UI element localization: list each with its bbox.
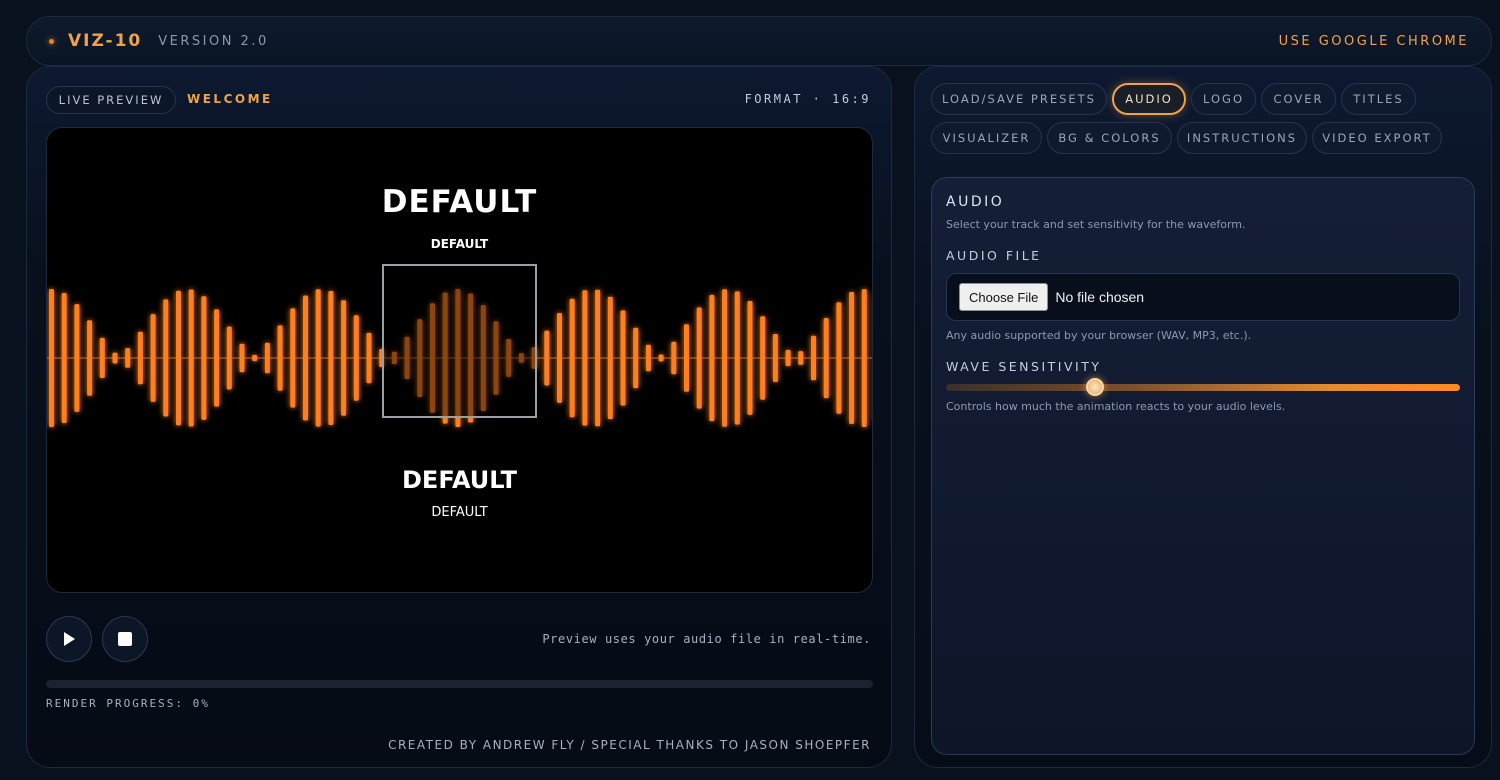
tab-instructions[interactable]: INSTRUCTIONS xyxy=(1177,122,1307,154)
preview-subtitle: DEFAULT xyxy=(402,466,517,494)
play-button[interactable] xyxy=(46,616,92,662)
audio-file-label: AUDIO FILE xyxy=(946,248,1042,263)
stop-icon xyxy=(118,632,132,646)
settings-panel: LOAD/SAVE PRESETS AUDIO LOGO COVER TITLE… xyxy=(914,66,1492,768)
app-version: VERSION 2.0 xyxy=(158,33,269,49)
tab-visualizer[interactable]: VISUALIZER xyxy=(931,122,1042,154)
render-progress-bar xyxy=(46,680,873,688)
card-subtitle: Select your track and set sensitivity fo… xyxy=(946,218,1246,231)
top-bar: VIZ-10 VERSION 2.0 USE GOOGLE CHROME xyxy=(26,16,1492,66)
preview-title-small: DEFAULT xyxy=(430,237,489,251)
choose-file-button[interactable]: Choose File xyxy=(959,283,1049,311)
play-icon xyxy=(64,632,75,646)
preview-hint: Preview uses your audio file in real-tim… xyxy=(542,632,871,646)
tab-titles[interactable]: TITLES xyxy=(1341,83,1416,115)
logo-placeholder-box xyxy=(382,264,537,418)
audio-file-input[interactable]: Choose File No file chosen xyxy=(946,273,1460,321)
preview-panel: LIVE PREVIEW WELCOME FORMAT · 16:9 DEFAU… xyxy=(26,66,892,768)
format-label: FORMAT · 16:9 xyxy=(744,92,871,106)
browser-note: USE GOOGLE CHROME xyxy=(1278,33,1469,49)
tab-load-save-presets[interactable]: LOAD/SAVE PRESETS xyxy=(931,83,1107,115)
status-dot xyxy=(49,38,54,44)
credits: CREATED BY ANDREW FLY / SPECIAL THANKS T… xyxy=(388,738,871,752)
welcome-label: WELCOME xyxy=(187,92,273,106)
slider-thumb[interactable] xyxy=(1086,378,1105,396)
stop-button[interactable] xyxy=(102,616,148,662)
audio-settings-card: AUDIO Select your track and set sensitiv… xyxy=(931,177,1475,755)
card-title: AUDIO xyxy=(946,194,1005,210)
preview-subtitle-small: DEFAULT xyxy=(431,505,488,520)
app-brand: VIZ-10 xyxy=(68,31,143,51)
file-status: No file chosen xyxy=(1055,289,1145,305)
tab-bg-colors[interactable]: BG & COLORS xyxy=(1047,122,1172,154)
tab-video-export[interactable]: VIDEO EXPORT xyxy=(1312,122,1442,154)
preview-canvas: DEFAULT DEFAULT DEFAULT DEFAULT xyxy=(46,127,873,593)
wave-sensitivity-slider[interactable] xyxy=(946,384,1460,391)
wave-sensitivity-label: WAVE SENSITIVITY xyxy=(946,359,1102,374)
render-progress-label: RENDER PROGRESS: 0% xyxy=(46,697,210,710)
preview-title: DEFAULT xyxy=(381,184,538,220)
tab-cover[interactable]: COVER xyxy=(1261,83,1336,115)
tab-audio[interactable]: AUDIO xyxy=(1112,83,1186,115)
live-preview-badge: LIVE PREVIEW xyxy=(46,86,176,114)
sensitivity-note: Controls how much the animation reacts t… xyxy=(946,400,1286,413)
tab-logo[interactable]: LOGO xyxy=(1191,83,1256,115)
audio-file-note: Any audio supported by your browser (WAV… xyxy=(946,329,1252,342)
